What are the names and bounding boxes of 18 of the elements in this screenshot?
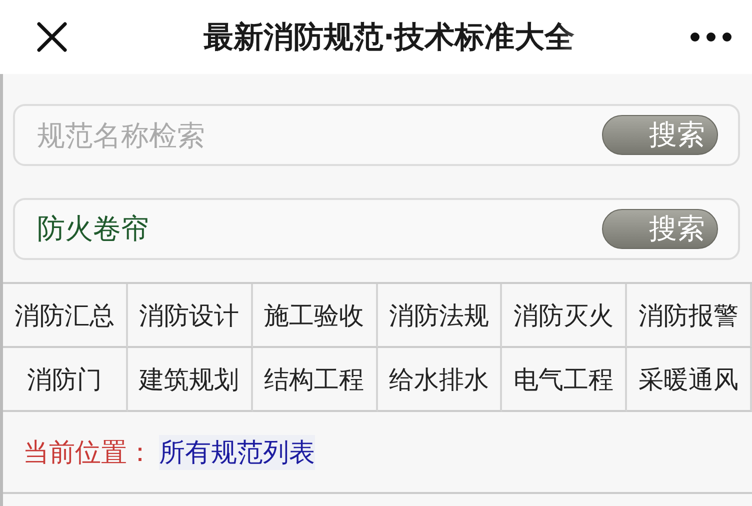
category-link[interactable]: 消防设计 [128,284,253,348]
category-link[interactable]: 消防汇总 [3,284,128,348]
breadcrumb-label: 当前位置： [23,436,153,470]
category-link[interactable]: 消防门 [3,348,128,412]
category-link[interactable]: 采暖通风 [627,348,752,412]
category-link[interactable]: 消防报警 [627,284,752,348]
search-field[interactable]: 防火卷帘 搜索 [13,198,740,260]
category-link[interactable]: 电气工程 [502,348,628,412]
category-link[interactable]: 结构工程 [252,348,378,412]
category-link[interactable]: 施工验收 [252,284,378,348]
more-icon[interactable] [690,32,732,42]
category-link[interactable]: 消防灭火 [502,284,628,348]
close-icon[interactable] [36,21,68,53]
category-link[interactable]: 消防法规 [378,284,502,348]
category-link[interactable]: 建筑规划 [128,348,253,412]
breadcrumb-location[interactable]: 所有规范列表 [159,434,315,470]
category-link[interactable]: 给水排水 [378,348,502,412]
page-title: 最新消防规范·技术标准大全 [202,18,576,56]
